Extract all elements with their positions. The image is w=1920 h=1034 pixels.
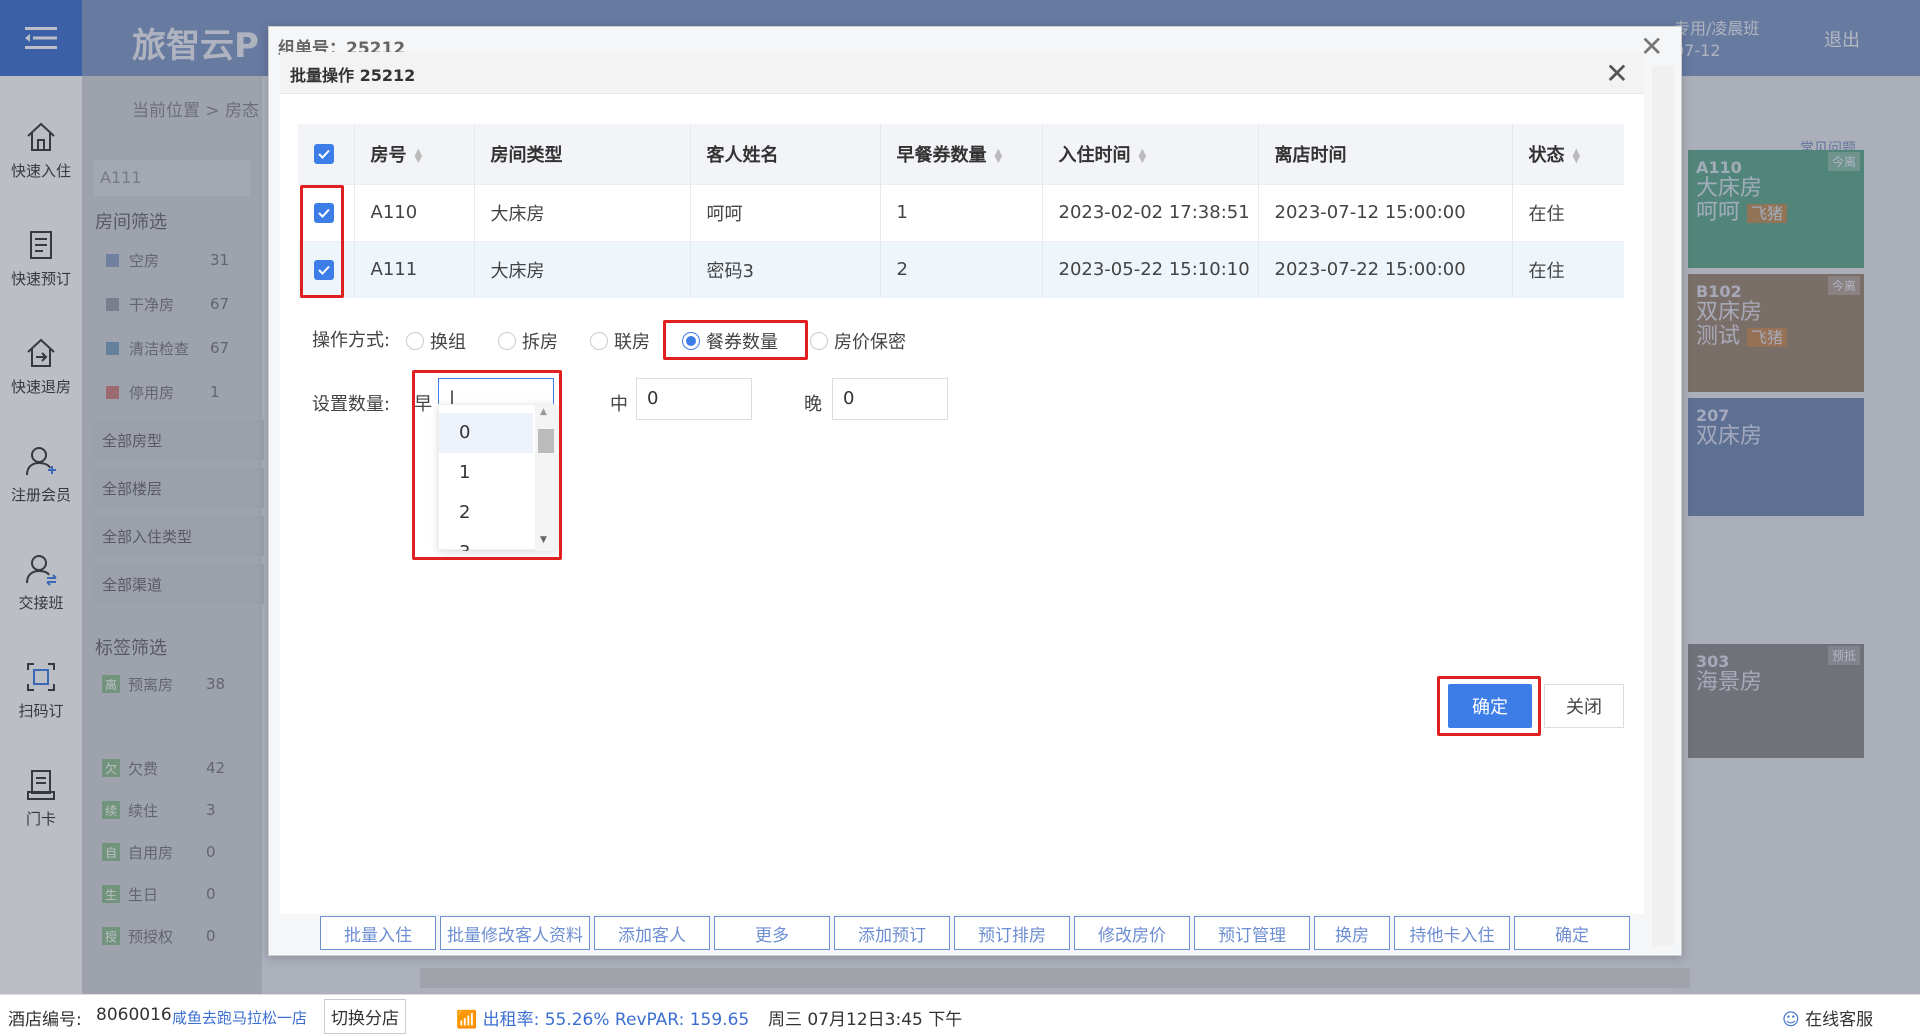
cell-breakfast: 1	[880, 183, 1043, 241]
cell-room-type: 大床房	[474, 240, 691, 298]
change-room-button[interactable]: 换房	[1314, 916, 1390, 950]
online-service-link[interactable]: ☺ 在线客服	[1782, 1005, 1873, 1030]
radio-change-group[interactable]: 换组	[406, 328, 466, 354]
cell-room-type: 大床房	[474, 183, 691, 241]
radio-split-room[interactable]: 拆房	[498, 328, 558, 354]
col-guest: 客人姓名	[690, 124, 881, 184]
switch-branch-button[interactable]: 切换分店	[324, 999, 406, 1034]
cell-checkout: 2023-07-12 15:00:00	[1258, 183, 1513, 241]
sort-icon[interactable]: ▲ ▼	[995, 147, 1003, 164]
operation-label: 操作方式:	[312, 330, 391, 351]
cell-guest: 密码3	[690, 240, 881, 298]
cell-status: 在住	[1512, 240, 1624, 298]
cell-checkout: 2023-07-22 15:00:00	[1258, 240, 1513, 298]
chart-icon: 📶	[456, 1010, 478, 1030]
col-status-label: 状态	[1528, 144, 1565, 166]
radio-circle	[590, 332, 608, 350]
radio-join-room[interactable]: 联房	[590, 328, 650, 354]
booking-assign-button[interactable]: 预订排房	[954, 916, 1070, 950]
table-row[interactable]: A110 大床房 呵呵 1 2023-02-02 17:38:51 2023-0…	[298, 183, 1624, 241]
datetime: 周三 07月12日3:45 下午	[768, 1010, 963, 1030]
cell-guest: 呵呵	[690, 183, 881, 241]
batch-operation-dialog: 批量操作 25212 ✕ 房号 ▲ ▼ 房间类型 客人姓名 早餐券数量 ▲ ▼ 入住时间…	[280, 52, 1644, 914]
radio-highlight	[663, 320, 808, 360]
table-header-row: 房号 ▲ ▼ 房间类型 客人姓名 早餐券数量 ▲ ▼ 入住时间 ▲ ▼ 离店时间 状态 ▲ ▼	[298, 124, 1624, 184]
cell-room: A111	[354, 240, 475, 298]
status-bar: 酒店编号: 8060016 咸鱼去跑马拉松一店 切换分店 📶 出租率: 55.2…	[0, 994, 1920, 1034]
radio-circle	[406, 332, 424, 350]
batch-edit-guest-button[interactable]: 批量修改客人资料	[440, 916, 590, 950]
radio-label: 房价保密	[834, 332, 906, 353]
hotel-no: 8060016	[96, 1005, 172, 1025]
cell-status: 在住	[1512, 183, 1624, 241]
more-button[interactable]: 更多	[714, 916, 830, 950]
close-icon[interactable]: ✕	[1600, 56, 1634, 90]
cell-breakfast: 2	[880, 240, 1043, 298]
cell-checkin: 2023-05-22 15:10:10	[1042, 240, 1259, 298]
occupancy-text: 出租率: 55.26% RevPAR: 159.65	[482, 1010, 750, 1030]
quantity-label: 设置数量:	[312, 394, 391, 415]
edit-rate-button[interactable]: 修改房价	[1074, 916, 1190, 950]
guest-table: 房号 ▲ ▼ 房间类型 客人姓名 早餐券数量 ▲ ▼ 入住时间 ▲ ▼ 离店时间 状态 ▲ ▼ …	[298, 124, 1624, 298]
col-checkout-label: 离店时间	[1274, 144, 1347, 166]
check-icon	[318, 150, 330, 160]
dialog-title: 批量操作 25212	[290, 66, 416, 85]
col-checkout: 离店时间	[1258, 124, 1513, 184]
online-service-label: 在线客服	[1805, 1010, 1874, 1030]
col-checkin[interactable]: 入住时间 ▲ ▼	[1042, 124, 1259, 184]
radio-rate-secret[interactable]: 房价保密	[810, 328, 906, 354]
col-room[interactable]: 房号 ▲ ▼	[354, 124, 475, 184]
ok-highlight	[1437, 676, 1541, 736]
outer-dialog-scrollbar[interactable]	[1652, 66, 1674, 946]
occupancy-stats: 📶 出租率: 55.26% RevPAR: 159.65	[456, 1005, 749, 1030]
dialog-title-bar	[280, 52, 1644, 94]
close-button[interactable]: 关闭	[1544, 684, 1624, 728]
confirm-button[interactable]: 确定	[1514, 916, 1630, 950]
booking-manage-button[interactable]: 预订管理	[1194, 916, 1310, 950]
radio-label: 拆房	[522, 332, 558, 353]
card-checkin-button[interactable]: 持他卡入住	[1394, 916, 1510, 950]
radio-circle	[810, 332, 828, 350]
dinner-label: 晚	[804, 394, 822, 415]
add-booking-button[interactable]: 添加预订	[834, 916, 950, 950]
col-checkin-label: 入住时间	[1058, 144, 1131, 166]
sort-icon[interactable]: ▲ ▼	[415, 147, 423, 164]
batch-checkin-button[interactable]: 批量入住	[320, 916, 436, 950]
sort-icon[interactable]: ▲ ▼	[1139, 147, 1147, 164]
quantity-highlight	[412, 370, 562, 560]
lunch-label: 中	[610, 394, 628, 415]
col-guest-label: 客人姓名	[706, 144, 779, 166]
col-room-type: 房间类型	[474, 124, 691, 184]
cell-room: A110	[354, 183, 475, 241]
radio-circle	[498, 332, 516, 350]
cell-checkin: 2023-02-02 17:38:51	[1042, 183, 1259, 241]
select-all-checkbox[interactable]	[314, 144, 334, 165]
radio-label: 联房	[614, 332, 650, 353]
hotel-name: 咸鱼去跑马拉松一店	[172, 1009, 308, 1027]
col-status[interactable]: 状态 ▲ ▼	[1512, 124, 1624, 184]
radio-label: 换组	[430, 332, 466, 353]
sort-icon[interactable]: ▲ ▼	[1573, 147, 1581, 164]
col-room-label: 房号	[370, 144, 407, 166]
table-row[interactable]: A111 大床房 密码3 2 2023-05-22 15:10:10 2023-…	[298, 240, 1624, 298]
hotel-no-label: 酒店编号:	[8, 1010, 82, 1030]
group-action-bar: 批量入住 批量修改客人资料 添加客人 更多 添加预订 预订排房 修改房价 预订管…	[320, 916, 1640, 950]
lunch-input[interactable]: 0	[636, 378, 752, 420]
col-room-type-label: 房间类型	[490, 144, 563, 166]
col-breakfast[interactable]: 早餐券数量 ▲ ▼	[880, 124, 1043, 184]
col-breakfast-label: 早餐券数量	[896, 144, 987, 166]
headset-icon: ☺	[1782, 1010, 1800, 1030]
select-all-cell[interactable]	[298, 124, 355, 184]
add-guest-button[interactable]: 添加客人	[594, 916, 710, 950]
dinner-input[interactable]: 0	[832, 378, 948, 420]
checkbox-highlight	[300, 185, 344, 298]
